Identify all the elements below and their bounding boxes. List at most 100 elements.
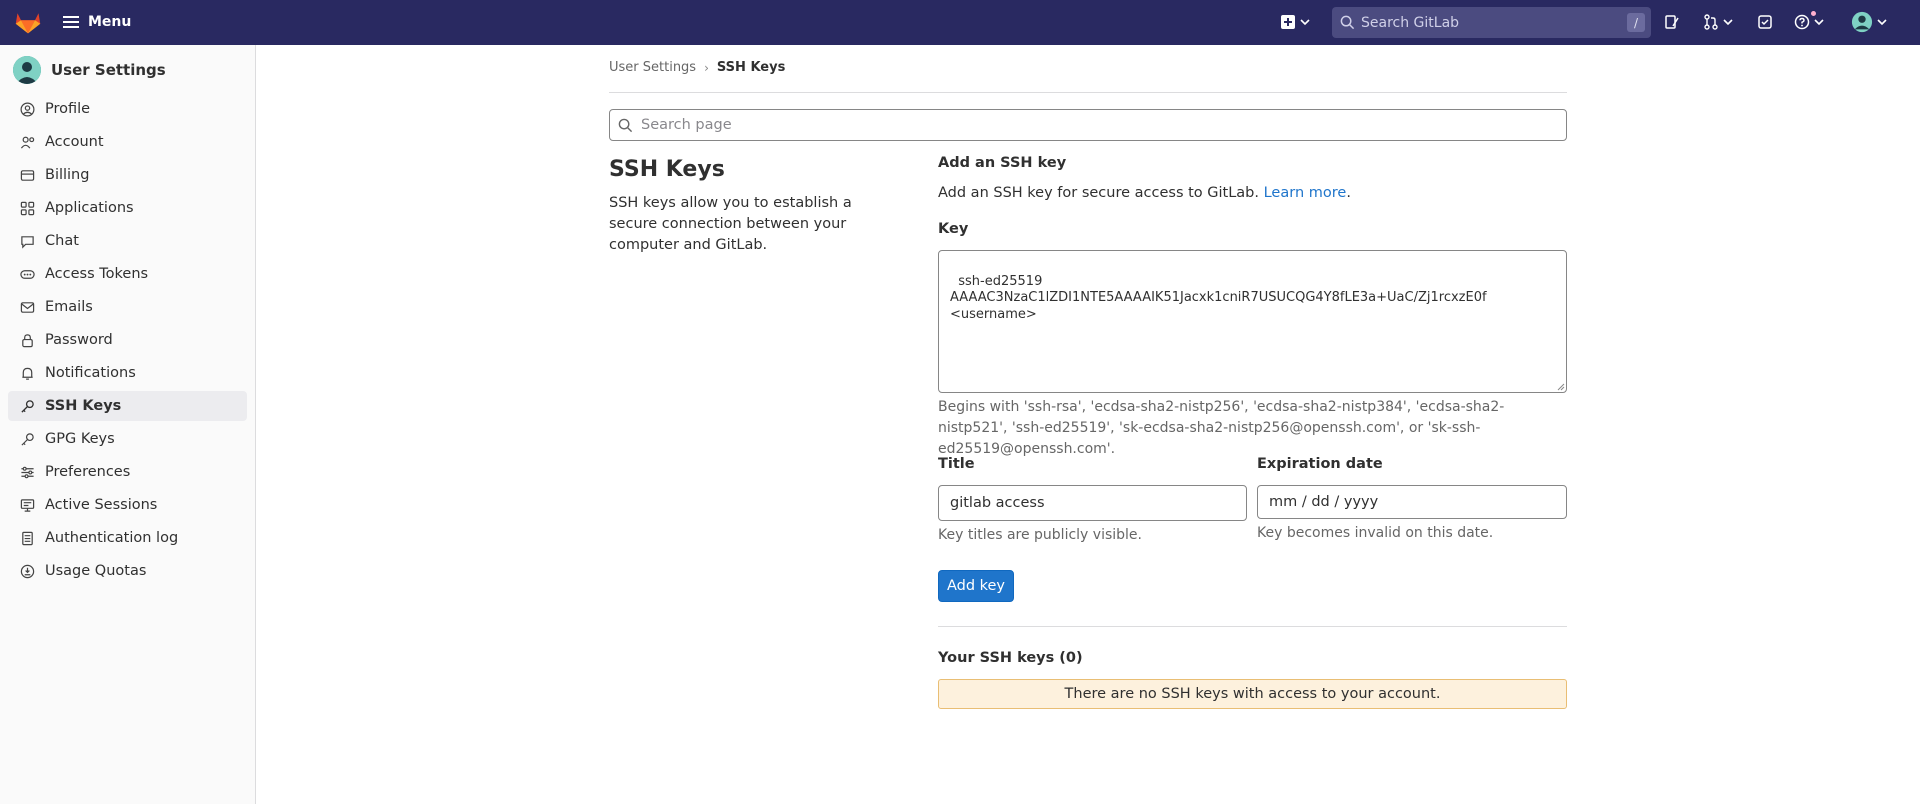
sidebar-item-billing[interactable]: Billing: [8, 160, 247, 190]
sidebar-item-emails[interactable]: Emails: [8, 292, 247, 322]
hamburger-icon: [63, 16, 79, 28]
breadcrumb-current[interactable]: SSH Keys: [717, 60, 785, 75]
sidebar-item-access-tokens[interactable]: Access Tokens: [8, 259, 247, 289]
global-search-placeholder: Search GitLab: [1361, 14, 1460, 31]
sidebar-item-gpg-keys[interactable]: GPG Keys: [8, 424, 247, 454]
top-navbar: Menu Search GitLab /: [0, 0, 1920, 45]
search-icon: [618, 118, 633, 132]
resize-handle-icon[interactable]: [1557, 383, 1565, 391]
billing-icon: [20, 169, 35, 181]
chevron-down-icon: [1723, 19, 1733, 26]
global-search-input[interactable]: Search GitLab /: [1332, 7, 1651, 38]
sidebar-header[interactable]: User Settings: [13, 56, 166, 84]
key-textarea-value: ssh-ed25519 AAAAC3NzaC1lZDI1NTE5AAAAIK51…: [950, 273, 1487, 322]
user-icon: [20, 102, 35, 116]
menu-button[interactable]: Menu: [62, 9, 131, 35]
log-icon: [22, 531, 33, 545]
key-icon: [21, 399, 34, 413]
title-input-value: gitlab access: [950, 495, 1045, 511]
sidebar-item-applications[interactable]: Applications: [8, 193, 247, 223]
sidebar-item-label: Billing: [45, 167, 90, 183]
sidebar-item-label: Authentication log: [45, 530, 179, 546]
sidebar-item-label: Password: [45, 332, 113, 348]
breadcrumb-parent-link[interactable]: User Settings: [609, 60, 696, 75]
section-description: SSH keys allow you to establish a secure…: [609, 195, 852, 253]
menu-label: Menu: [88, 14, 132, 30]
learn-more-link[interactable]: Learn more: [1264, 185, 1347, 201]
account-icon: [20, 136, 35, 149]
breadcrumb: User Settings › SSH Keys: [609, 60, 785, 75]
avatar: [13, 56, 41, 84]
title-input[interactable]: gitlab access: [938, 485, 1247, 521]
sidebar-item-label: Applications: [45, 200, 134, 216]
add-key-heading: Add an SSH key: [938, 155, 1067, 171]
sidebar-item-account[interactable]: Account: [8, 127, 247, 157]
key-label: Key: [938, 221, 969, 237]
sidebar-item-label: Active Sessions: [45, 497, 158, 513]
sidebar-item-ssh-keys[interactable]: SSH Keys: [8, 391, 247, 421]
todo-check-icon: [1758, 15, 1772, 29]
sidebar-item-label: Profile: [45, 101, 91, 117]
create-new-button[interactable]: [1280, 10, 1310, 34]
applications-icon: [20, 201, 35, 215]
sidebar-item-authentication-log[interactable]: Authentication log: [8, 523, 247, 553]
help-notification-dot: [1810, 10, 1817, 17]
sidebar-item-label: Chat: [45, 233, 79, 249]
user-avatar-icon: [1851, 11, 1873, 33]
chat-icon: [21, 235, 34, 249]
add-key-intro: Add an SSH key for secure access to GitL…: [938, 185, 1351, 201]
search-icon: [1340, 15, 1355, 30]
empty-keys-alert: There are no SSH keys with access to you…: [938, 679, 1567, 709]
sidebar-item-notifications[interactable]: Notifications: [8, 358, 247, 388]
add-key-button[interactable]: Add key: [938, 570, 1014, 602]
sidebar-item-password[interactable]: Password: [8, 325, 247, 355]
sidebar-item-chat[interactable]: Chat: [8, 226, 247, 256]
expiration-date-input[interactable]: mm / dd / yyyy: [1257, 485, 1567, 519]
merge-requests-button[interactable]: [1703, 10, 1733, 34]
key-textarea[interactable]: ssh-ed25519 AAAAC3NzaC1lZDI1NTE5AAAAIK51…: [938, 250, 1567, 393]
lock-icon: [22, 333, 33, 347]
merge-request-icon: [1704, 14, 1718, 30]
sidebar-item-active-sessions[interactable]: Active Sessions: [8, 490, 247, 520]
title-help-text: Key titles are publicly visible.: [938, 527, 1142, 543]
help-button[interactable]: [1794, 10, 1824, 34]
sidebar-item-label: SSH Keys: [45, 398, 122, 414]
page-search-placeholder: Search page: [641, 117, 732, 133]
sidebar-item-label: Notifications: [45, 365, 136, 381]
sidebar-item-label: Preferences: [45, 464, 131, 480]
monitor-icon: [20, 498, 35, 512]
header-divider: [609, 92, 1567, 93]
sidebar-item-label: Usage Quotas: [45, 563, 147, 579]
page-title: SSH Keys: [609, 157, 725, 182]
expiration-input-value: mm / dd / yyyy: [1269, 494, 1379, 510]
bell-icon: [22, 367, 33, 380]
title-label: Title: [938, 456, 975, 472]
chevron-down-icon: [1300, 19, 1310, 26]
chevron-down-icon: [1814, 19, 1824, 26]
sidebar-item-label: Emails: [45, 299, 93, 315]
quota-icon: [20, 564, 35, 578]
ssh-keys-list-heading: Your SSH keys (0): [938, 650, 1083, 666]
plus-square-icon: [1281, 15, 1295, 29]
page-search-input[interactable]: Search page: [609, 109, 1567, 141]
empty-keys-message: There are no SSH keys with access to you…: [1064, 686, 1441, 702]
search-shortcut-badge: /: [1627, 13, 1645, 32]
sidebar-item-profile[interactable]: Profile: [8, 94, 247, 124]
sidebar-item-label: Access Tokens: [45, 266, 149, 282]
intro-period: .: [1346, 185, 1351, 201]
gitlab-logo-icon[interactable]: [14, 8, 42, 36]
key-help-text: Begins with 'ssh-rsa', 'ecdsa-sha2-nistp…: [938, 399, 1505, 457]
user-menu-button[interactable]: [1851, 10, 1887, 34]
list-divider: [938, 626, 1567, 627]
sidebar-item-usage-quotas[interactable]: Usage Quotas: [8, 556, 247, 586]
sidebar-item-label: Account: [45, 134, 104, 150]
sidebar-item-label: GPG Keys: [45, 431, 115, 447]
mail-icon: [20, 301, 35, 313]
preferences-icon: [21, 466, 34, 478]
sidebar-item-preferences[interactable]: Preferences: [8, 457, 247, 487]
help-icon: [1794, 14, 1810, 30]
issues-button[interactable]: [1664, 10, 1680, 34]
todos-button[interactable]: [1757, 10, 1773, 34]
expiration-label: Expiration date: [1257, 456, 1383, 472]
expiration-help-text: Key becomes invalid on this date.: [1257, 525, 1494, 541]
